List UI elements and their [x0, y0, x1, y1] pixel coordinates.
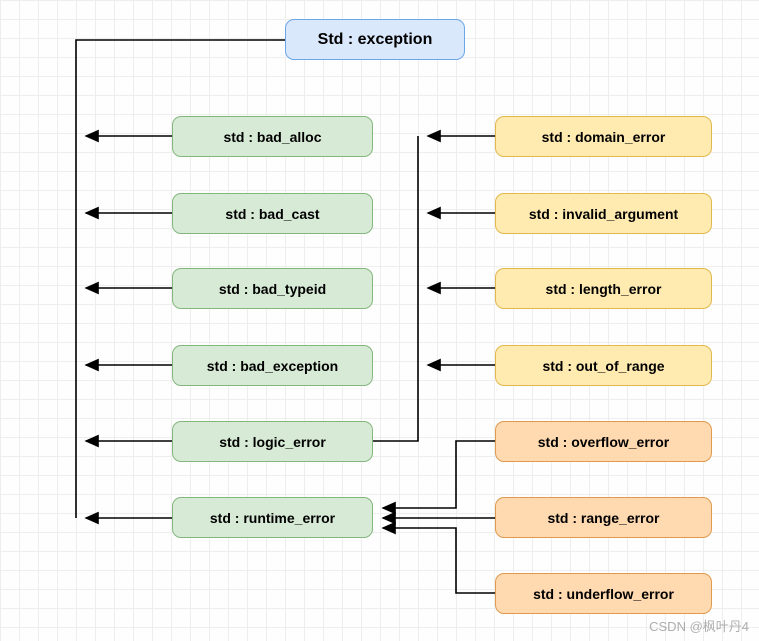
node-runtime-error: std : runtime_error	[172, 497, 373, 538]
node-overflow-error: std : overflow_error	[495, 421, 712, 462]
watermark: CSDN @枫叶丹4	[649, 616, 749, 635]
node-bad-typeid: std : bad_typeid	[172, 268, 373, 309]
node-underflow-error: std : underflow_error	[495, 573, 712, 614]
node-domain-error: std : domain_error	[495, 116, 712, 157]
node-out-of-range: std : out_of_range	[495, 345, 712, 386]
node-std-exception: Std : exception	[285, 19, 465, 60]
node-length-error: std : length_error	[495, 268, 712, 309]
diagram-connectors	[0, 0, 759, 641]
node-range-error: std : range_error	[495, 497, 712, 538]
node-bad-exception: std : bad_exception	[172, 345, 373, 386]
node-bad-alloc: std : bad_alloc	[172, 116, 373, 157]
node-invalid-argument: std : invalid_argument	[495, 193, 712, 234]
node-logic-error: std : logic_error	[172, 421, 373, 462]
node-bad-cast: std : bad_cast	[172, 193, 373, 234]
